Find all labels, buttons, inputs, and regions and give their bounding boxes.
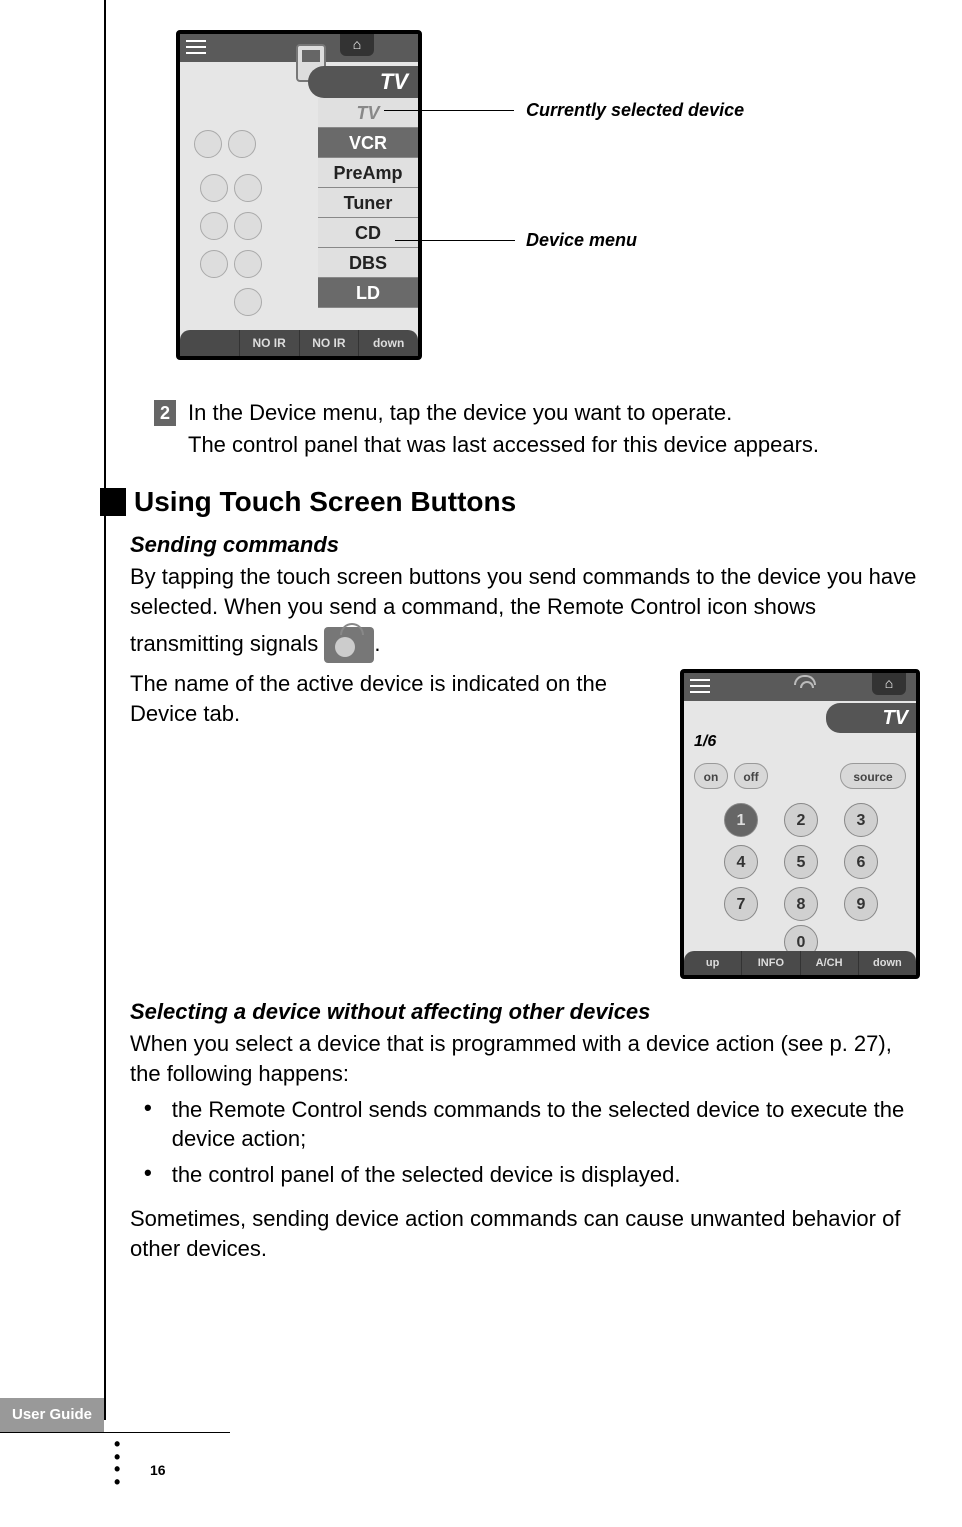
softkey bbox=[180, 330, 239, 356]
figure-device-menu: ⌂ TV TV VCR PreAmp Tuner CD DBS LD bbox=[176, 30, 920, 360]
bullet-icon: • bbox=[144, 1160, 152, 1190]
bullet-item: • the control panel of the selected devi… bbox=[144, 1160, 920, 1190]
keypad-1[interactable]: 1 bbox=[724, 803, 758, 837]
device-menu-item[interactable]: CD bbox=[318, 218, 418, 248]
device-tab: TV bbox=[308, 66, 418, 98]
paragraph: By tapping the touch screen buttons you … bbox=[130, 562, 920, 621]
heading-square-icon bbox=[100, 488, 126, 516]
footer-dots: •••• bbox=[114, 1438, 120, 1488]
on-button[interactable]: on bbox=[694, 763, 728, 789]
dimmed-button bbox=[194, 130, 222, 158]
paragraph: When you select a device that is program… bbox=[130, 1029, 920, 1088]
softkey: down bbox=[358, 330, 418, 356]
home-icon: ⌂ bbox=[872, 673, 906, 695]
keypad-2[interactable]: 2 bbox=[784, 803, 818, 837]
home-icon: ⌂ bbox=[340, 34, 374, 56]
dimmed-button bbox=[228, 130, 256, 158]
bullet-icon: • bbox=[144, 1095, 152, 1154]
list-icon bbox=[690, 679, 710, 693]
device-menu-item[interactable]: VCR bbox=[318, 128, 418, 158]
bullet-list: • the Remote Control sends commands to t… bbox=[130, 1095, 920, 1190]
keypad-4[interactable]: 4 bbox=[724, 845, 758, 879]
softkey-info[interactable]: INFO bbox=[741, 951, 799, 975]
callout-device-menu: Device menu bbox=[526, 230, 637, 251]
list-icon bbox=[186, 40, 206, 54]
step-text: In the Device menu, tap the device you w… bbox=[188, 400, 732, 426]
remote-bottom-bar: up INFO A/CH down bbox=[684, 951, 916, 975]
remote-screenshot-device-menu: ⌂ TV TV VCR PreAmp Tuner CD DBS LD bbox=[176, 30, 422, 360]
source-button[interactable]: source bbox=[840, 763, 906, 789]
device-menu-item[interactable]: PreAmp bbox=[318, 158, 418, 188]
vertical-rule bbox=[104, 0, 106, 1420]
step-2: 2 In the Device menu, tap the device you… bbox=[154, 400, 920, 426]
softkey-ach[interactable]: A/CH bbox=[800, 951, 858, 975]
step-number: 2 bbox=[154, 400, 176, 426]
section-heading: Using Touch Screen Buttons bbox=[134, 486, 516, 518]
section-heading-row: Using Touch Screen Buttons bbox=[100, 486, 920, 518]
keypad-7[interactable]: 7 bbox=[724, 887, 758, 921]
page-number: 16 bbox=[150, 1462, 166, 1478]
paragraph: Sometimes, sending device action command… bbox=[130, 1204, 920, 1263]
softkey: NO IR bbox=[299, 330, 359, 356]
dimmed-button bbox=[234, 288, 262, 316]
page-indicator: 1/6 bbox=[694, 733, 716, 751]
dimmed-button bbox=[234, 174, 262, 202]
device-menu-item[interactable]: DBS bbox=[318, 248, 418, 278]
off-button[interactable]: off bbox=[734, 763, 768, 789]
keypad-5[interactable]: 5 bbox=[784, 845, 818, 879]
device-menu-item[interactable]: TV bbox=[318, 98, 418, 128]
paragraph: The name of the active device is indicat… bbox=[130, 669, 660, 728]
subheading-selecting: Selecting a device without affecting oth… bbox=[130, 999, 920, 1025]
dimmed-button bbox=[200, 174, 228, 202]
dimmed-button bbox=[234, 250, 262, 278]
dimmed-button bbox=[200, 212, 228, 240]
subheading-sending: Sending commands bbox=[130, 532, 920, 558]
callout-line bbox=[384, 110, 514, 111]
softkey-up[interactable]: up bbox=[684, 951, 741, 975]
step-subtext: The control panel that was last accessed… bbox=[188, 432, 920, 458]
page-content: ⌂ TV TV VCR PreAmp Tuner CD DBS LD bbox=[130, 30, 920, 1269]
remote-topbar: ⌂ bbox=[684, 673, 916, 701]
transmit-icon bbox=[324, 627, 374, 663]
remote-screenshot-tv-panel: ⌂ TV 1/6 on off source 1 2 3 4 5 6 7 8 9… bbox=[680, 669, 920, 979]
keypad-6[interactable]: 6 bbox=[844, 845, 878, 879]
footer-rule bbox=[0, 1432, 230, 1433]
bullet-item: • the Remote Control sends commands to t… bbox=[144, 1095, 920, 1154]
keypad-9[interactable]: 9 bbox=[844, 887, 878, 921]
paragraph: transmitting signals . bbox=[130, 627, 920, 663]
text-and-figure-row: The name of the active device is indicat… bbox=[130, 669, 920, 979]
dimmed-button bbox=[234, 212, 262, 240]
device-tab: TV bbox=[826, 703, 916, 733]
device-menu-list: TV VCR PreAmp Tuner CD DBS LD bbox=[318, 98, 418, 308]
device-menu-item[interactable]: Tuner bbox=[318, 188, 418, 218]
signal-icon bbox=[794, 675, 816, 685]
callout-line bbox=[395, 240, 515, 241]
dimmed-button bbox=[200, 250, 228, 278]
softkey: NO IR bbox=[239, 330, 299, 356]
device-menu-item[interactable]: LD bbox=[318, 278, 418, 308]
keypad-8[interactable]: 8 bbox=[784, 887, 818, 921]
footer-tab: User Guide bbox=[0, 1398, 104, 1432]
keypad-3[interactable]: 3 bbox=[844, 803, 878, 837]
softkey-down[interactable]: down bbox=[858, 951, 916, 975]
callout-selected-device: Currently selected device bbox=[526, 100, 744, 121]
remote-bottom-bar: NO IR NO IR down bbox=[180, 330, 418, 356]
